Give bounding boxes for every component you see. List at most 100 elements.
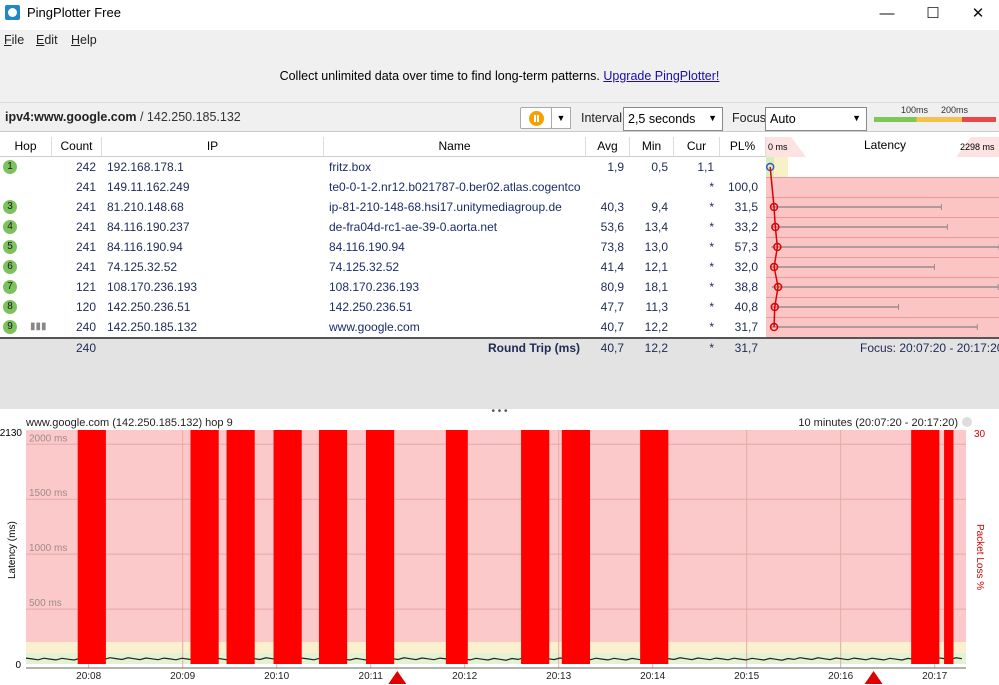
promo-banner: Collect unlimited data over time to find… <box>0 50 999 102</box>
hop-pl: 31,7 <box>734 320 758 334</box>
graph-icon[interactable]: ▮▮▮ <box>30 317 47 337</box>
hop-min: 12,2 <box>644 320 668 334</box>
hop-ip: 84.116.190.237 <box>107 220 190 234</box>
menu-edit[interactable]: Edit <box>36 33 58 47</box>
menu-bar: File Edit Help <box>0 30 999 50</box>
summary-count: 240 <box>75 341 96 355</box>
hop-cur: * <box>709 280 714 294</box>
timeline-range: 10 minutes (20:07:20 - 20:17:20) <box>798 417 958 429</box>
app-icon <box>5 5 20 20</box>
timeline-title: www.google.com (142.250.185.132) hop 9 <box>25 417 233 429</box>
hop-row[interactable]: 241 149.11.162.249 te0-0-1-2.nr12.b021787-… <box>0 177 766 197</box>
hop-count: 241 <box>75 180 96 194</box>
summary-label: Round Trip (ms) <box>488 341 580 355</box>
y-tick-label: 2000 ms <box>29 433 67 444</box>
hop-name: 84.116.190.94 <box>329 240 405 254</box>
hop-min: 18,1 <box>644 280 668 294</box>
hop-count: 121 <box>75 280 96 294</box>
y2-axis-label: Packet Loss % <box>974 524 985 590</box>
packet-loss-bar <box>445 430 468 664</box>
x-tick-label: 20:15 <box>734 671 759 682</box>
pause-dropdown-button[interactable]: ▼ <box>551 107 571 129</box>
hop-min: 0,5 <box>651 160 668 174</box>
hop-number-badge: 9 <box>3 320 17 334</box>
hop-row[interactable]: 3 241 81.210.148.68 ip-81-210-148-68.hsi17.… <box>0 197 766 217</box>
target-separator: / <box>136 110 147 124</box>
menu-file[interactable]: File <box>4 33 24 47</box>
hop-name: www.google.com <box>329 320 420 334</box>
hop-ip: 142.250.236.51 <box>107 300 191 314</box>
latency-min-label: 0 ms <box>768 142 788 152</box>
hop-min: 12,1 <box>644 260 668 274</box>
hop-avg: 40,3 <box>600 200 624 214</box>
hop-ip: 192.168.178.1 <box>107 160 184 174</box>
hop-row[interactable]: 5 241 84.116.190.94 84.116.190.94 73,8 13,0 * 5… <box>0 237 766 257</box>
col-name[interactable]: Name <box>324 137 586 157</box>
upgrade-link[interactable]: Upgrade PingPlotter! <box>603 69 719 83</box>
range-dropdown-icon[interactable] <box>962 417 972 427</box>
latency-warn-zone <box>774 157 788 177</box>
hop-avg: 73,8 <box>600 240 624 254</box>
close-button[interactable]: ✕ <box>955 0 999 26</box>
focus-select[interactable]: Auto ▼ <box>765 107 867 131</box>
packet-loss-bar <box>318 430 348 664</box>
hop-row[interactable]: 4 241 84.116.190.237 de-fra04d-rc1-ae-39-0.… <box>0 217 766 237</box>
packet-loss-bar <box>273 430 302 664</box>
hop-number-badge: 5 <box>3 240 17 254</box>
target-ip: 142.250.185.132 <box>146 110 241 124</box>
col-pl[interactable]: PL% <box>720 137 766 157</box>
col-avg[interactable]: Avg <box>586 137 630 157</box>
col-cur[interactable]: Cur <box>674 137 720 157</box>
y-tick-label: 500 ms <box>29 598 62 609</box>
zone-warn <box>26 642 966 654</box>
target-host: ipv4:www.google.com <box>5 110 137 124</box>
interval-value: 2,5 seconds <box>628 112 696 126</box>
target-address[interactable]: ipv4:www.google.com / 142.250.185.132 <box>5 110 241 124</box>
hop-pl: 38,8 <box>734 280 758 294</box>
timeline-graph: www.google.com (142.250.185.132) hop 9 10… <box>0 417 986 684</box>
hop-count: 241 <box>75 260 96 274</box>
hop-name: 74.125.32.52 <box>329 260 400 274</box>
latency-row-bg <box>766 177 999 197</box>
packet-loss-bar <box>190 430 219 664</box>
col-ip[interactable]: IP <box>102 137 324 157</box>
col-min[interactable]: Min <box>630 137 674 157</box>
maximize-button[interactable]: ☐ <box>910 0 956 26</box>
menu-help[interactable]: Help <box>71 33 97 47</box>
hop-row[interactable]: 9 ▮▮▮ 240 142.250.185.132 www.google.com 40,7… <box>0 317 766 337</box>
hop-name: fritz.box <box>329 160 372 174</box>
hop-number-badge: 1 <box>3 160 17 174</box>
hop-ip: 84.116.190.94 <box>107 240 183 254</box>
x-tick-label: 20:09 <box>170 671 195 682</box>
summary-avg: 40,7 <box>600 341 624 355</box>
hop-row[interactable]: 1 242 192.168.178.1 fritz.box 1,9 0,5 1,1 <box>0 157 766 177</box>
hop-min: 9,4 <box>651 200 668 214</box>
scale-100ms: 100ms <box>901 105 929 115</box>
packet-loss-bar <box>365 430 395 664</box>
pause-icon <box>529 111 544 126</box>
hop-row[interactable]: 7 121 108.170.236.193 108.170.236.193 80,9 18… <box>0 277 766 297</box>
hop-row[interactable]: 8 120 142.250.236.51 142.250.236.51 47,7 11,3… <box>0 297 766 317</box>
summary-focus: Focus: 20:07:20 - 20:17:20 <box>860 341 999 355</box>
pause-button[interactable] <box>520 107 552 129</box>
hop-number-badge: 7 <box>3 280 17 294</box>
grid-empty-area <box>0 357 999 409</box>
col-count[interactable]: Count <box>52 137 102 157</box>
minimize-button[interactable]: — <box>864 0 910 26</box>
x-tick-label: 20:16 <box>828 671 853 682</box>
chevron-down-icon: ▼ <box>852 113 861 123</box>
hop-avg: 41,4 <box>600 260 624 274</box>
interval-select[interactable]: 2,5 seconds ▼ <box>623 107 723 131</box>
hop-name: 142.250.236.51 <box>329 300 413 314</box>
y-max-label: 2130 <box>0 428 22 439</box>
chevron-down-icon: ▼ <box>708 113 717 123</box>
window-title: PingPlotter Free <box>27 5 121 20</box>
hop-cur: * <box>709 220 714 234</box>
col-hop[interactable]: Hop <box>0 137 52 157</box>
hop-row[interactable]: 6 241 74.125.32.52 74.125.32.52 41,4 12,1 * 32,… <box>0 257 766 277</box>
hop-ip: 142.250.185.132 <box>107 320 198 334</box>
hop-pl: 57,3 <box>734 240 758 254</box>
hop-cur: * <box>709 260 714 274</box>
target-bar: ipv4:www.google.com / 142.250.185.132 ▼ … <box>0 102 999 132</box>
hop-number-badge: 8 <box>3 300 17 314</box>
